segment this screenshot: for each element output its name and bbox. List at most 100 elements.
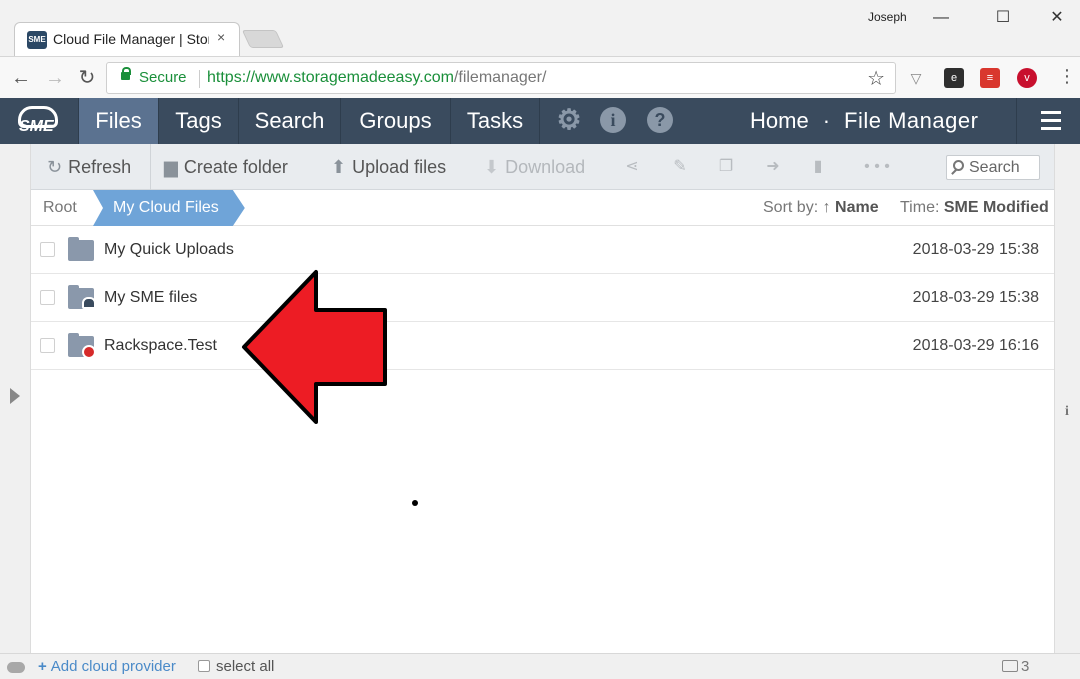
folder-icon (68, 237, 94, 261)
plus-icon: + (38, 658, 47, 675)
new-tab-button[interactable] (241, 30, 285, 48)
rackspace-badge-icon (82, 345, 96, 359)
upload-files-button[interactable]: ⬆ Upload files (331, 144, 446, 190)
extension-shield-icon[interactable]: ▽ (906, 68, 926, 88)
download-button[interactable]: ⬇ Download (484, 144, 585, 190)
share-icon[interactable]: ⋖ (621, 156, 643, 178)
row-checkbox[interactable] (40, 242, 55, 257)
folder-count: 3 (1002, 658, 1029, 675)
breadcrumb-separator: · (822, 108, 831, 133)
rackspace-folder-icon (68, 333, 96, 359)
red-annotation-arrow-icon (242, 270, 387, 424)
move-arrow-icon[interactable]: ➜ (762, 156, 784, 178)
file-search-box[interactable] (946, 155, 1040, 180)
sort-by-label: Sort by: ↑ (763, 199, 831, 216)
address-toolbar: ← → ↻ Secure https://www.storagemadeeasy… (0, 56, 1080, 98)
sme-favicon-icon: SME (27, 31, 47, 49)
profile-name[interactable]: Joseph (868, 10, 907, 24)
help-icon[interactable]: ? (647, 107, 673, 133)
folder-plus-icon: ▆ (164, 157, 178, 177)
tab-search[interactable]: Search (238, 98, 340, 144)
trash-icon[interactable]: ▮ (807, 156, 829, 178)
breadcrumb-home[interactable]: Home (750, 108, 809, 133)
back-icon[interactable]: ← (8, 65, 34, 91)
copy-icon[interactable]: ❐ (715, 156, 737, 178)
browser-menu-icon[interactable]: ⋮ (1058, 66, 1076, 87)
maximize-button[interactable]: ☐ (988, 6, 1018, 30)
file-name[interactable]: My SME files (104, 274, 197, 322)
todoist-extension-icon[interactable]: ≡ (980, 68, 1000, 88)
folder-count-icon (1002, 660, 1018, 672)
row-checkbox[interactable] (40, 338, 55, 353)
url-base: https://www.storagemadeeasy.com (207, 69, 454, 86)
select-all-label: select all (216, 658, 275, 675)
browser-tab[interactable]: SME Cloud File Manager | Stor × (14, 22, 240, 56)
expand-arrow-icon[interactable] (10, 388, 20, 404)
status-bar: + Add cloud provider select all 3 (0, 653, 1080, 679)
url-bar[interactable]: Secure https://www.storagemadeeasy.com/f… (106, 62, 896, 94)
reload-icon[interactable]: ↻ (74, 65, 100, 91)
create-folder-button[interactable]: ▆ Create folder (164, 144, 288, 190)
file-date: 2018-03-29 15:38 (912, 241, 1039, 258)
bookmark-star-icon[interactable]: ☆ (867, 66, 885, 91)
hamburger-menu-icon[interactable] (1016, 98, 1080, 144)
refresh-button[interactable]: ↻ Refresh (47, 144, 131, 190)
edit-pencil-icon[interactable]: ✎ (669, 156, 691, 178)
upload-files-label: Upload files (352, 157, 447, 177)
tab-groups[interactable]: Groups (340, 98, 450, 144)
upload-arrow-icon: ⬆ (331, 157, 347, 177)
row-checkbox[interactable] (40, 290, 55, 305)
breadcrumb-current: File Manager (844, 108, 979, 133)
file-row[interactable]: My SME files 2018-03-29 15:38 (31, 274, 1054, 322)
more-options-icon[interactable]: • • • (857, 156, 897, 178)
info-panel-icon[interactable]: i (1065, 404, 1069, 420)
logo-text: SME (19, 118, 54, 135)
download-arrow-icon: ⬇ (484, 157, 500, 177)
red-extension-icon[interactable]: v (1017, 68, 1037, 88)
file-date: 2018-03-29 16:16 (912, 337, 1039, 354)
toolbar-divider (150, 144, 151, 190)
file-date: 2018-03-29 15:38 (912, 289, 1039, 306)
select-all-control[interactable]: select all (198, 658, 274, 675)
sme-logo[interactable]: SME (14, 102, 62, 140)
time-control[interactable]: Time: SME Modified (900, 190, 1049, 226)
search-input[interactable] (969, 158, 1037, 178)
top-breadcrumb: Home · File Manager (750, 98, 978, 144)
url-path: /filemanager/ (453, 69, 547, 86)
browser-titlebar: SME Cloud File Manager | Stor × Joseph —… (0, 0, 1080, 56)
sort-by-control[interactable]: Sort by: ↑ Name (763, 190, 879, 226)
tab-close-icon[interactable]: × (217, 29, 225, 45)
minimize-button[interactable]: — (926, 6, 956, 30)
crumb-root[interactable]: Root (31, 190, 101, 226)
left-sidebar-toggle[interactable] (0, 144, 31, 679)
time-label: Time: (900, 199, 940, 216)
file-name[interactable]: Rackspace.Test (104, 322, 217, 370)
sme-folder-icon (68, 285, 96, 309)
tab-files[interactable]: Files (78, 98, 158, 144)
sme-badge-icon (82, 297, 96, 309)
file-name[interactable]: My Quick Uploads (104, 226, 234, 274)
select-all-checkbox[interactable] (198, 660, 210, 672)
file-toolbar: ↻ Refresh ▆ Create folder ⬆ Upload files ⬇ D… (31, 144, 1054, 190)
crumb-my-cloud-files[interactable]: My Cloud Files (93, 190, 245, 226)
tab-tasks[interactable]: Tasks (450, 98, 540, 144)
refresh-label: Refresh (68, 157, 132, 177)
app-navbar: SME Files Tags Search Groups Tasks ⚙ i ?… (0, 98, 1080, 144)
file-list: My Quick Uploads 2018-03-29 15:38 My SME… (31, 226, 1054, 653)
evernote-extension-icon[interactable]: e (944, 68, 964, 88)
create-folder-label: Create folder (183, 157, 288, 177)
url-text[interactable]: https://www.storagemadeeasy.com/filemana… (207, 69, 546, 87)
sort-by-value: Name (835, 199, 879, 216)
add-cloud-provider-link[interactable]: + Add cloud provider (38, 658, 176, 675)
file-row[interactable]: My Quick Uploads 2018-03-29 15:38 (31, 226, 1054, 274)
tab-tags[interactable]: Tags (158, 98, 238, 144)
gear-icon[interactable]: ⚙ (556, 106, 582, 134)
close-window-button[interactable]: ✕ (1042, 6, 1072, 30)
folder-count-value: 3 (1021, 658, 1030, 675)
file-row[interactable]: Rackspace.Test 2018-03-29 16:16 (31, 322, 1054, 370)
right-info-panel-toggle[interactable]: i (1054, 144, 1080, 679)
info-icon[interactable]: i (600, 107, 626, 133)
forward-icon[interactable]: → (42, 65, 68, 91)
lock-icon (121, 67, 131, 80)
url-divider (199, 70, 200, 88)
